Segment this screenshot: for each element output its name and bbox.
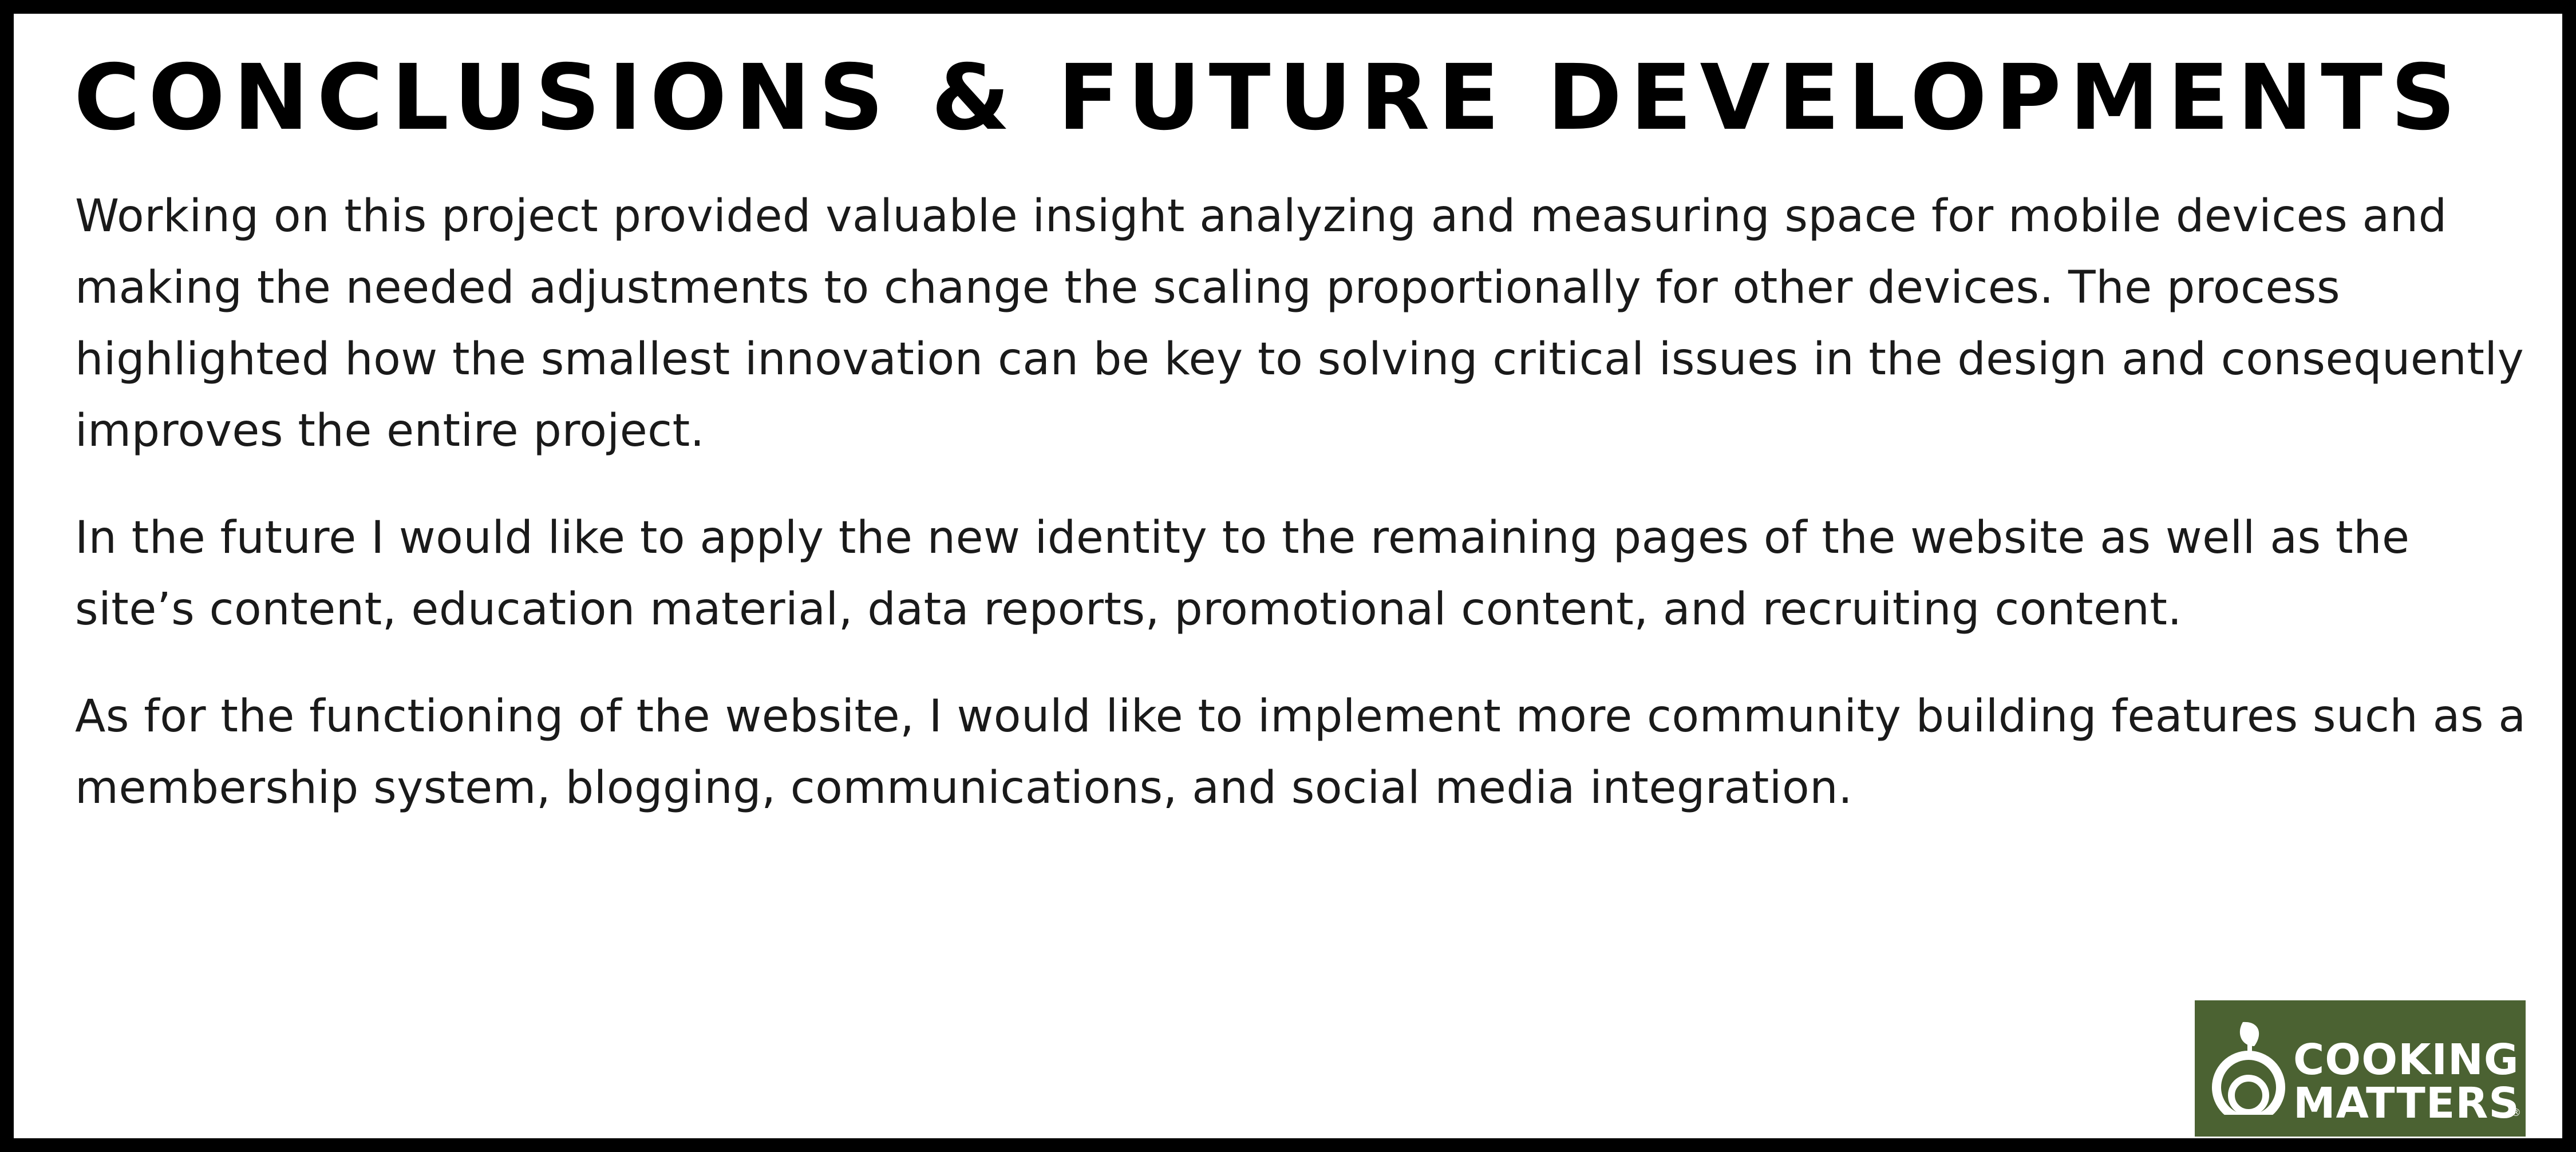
- cooking-matters-logo: COOKING MATTERS ®: [2195, 1000, 2526, 1137]
- paragraph-conclusion: Working on this project provided valuabl…: [75, 191, 2524, 457]
- logo-word-cooking: COOKING: [2293, 1035, 2519, 1084]
- body-text: Working on this project provided valuabl…: [75, 181, 2531, 860]
- paragraph-future-features: As for the functioning of the website, I…: [75, 691, 2526, 814]
- logo-word-matters: MATTERS: [2293, 1079, 2520, 1128]
- apple-leaf-icon: [2212, 1022, 2285, 1124]
- registered-mark: ®: [2511, 1107, 2521, 1119]
- slide-title: CONCLUSIONS & FUTURE DEVELOPMENTS: [74, 45, 2464, 151]
- paragraph-future-identity: In the future I would like to apply the …: [75, 512, 2410, 635]
- slide-frame: CONCLUSIONS & FUTURE DEVELOPMENTS Workin…: [0, 0, 2576, 1152]
